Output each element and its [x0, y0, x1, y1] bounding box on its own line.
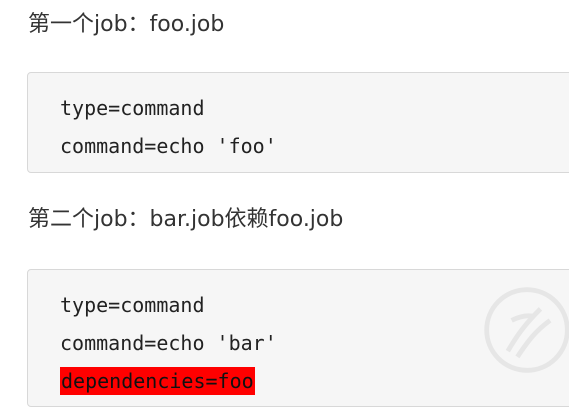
highlighted-code-line: dependencies=foo: [60, 367, 255, 395]
code-block-foo-job: type=command command=echo 'foo': [27, 72, 569, 173]
watermark-logo-icon: [484, 287, 569, 373]
paragraph-job-1: 第一个job：foo.job: [28, 12, 225, 37]
code-line: type=command: [60, 96, 205, 120]
paragraph-job-2: 第二个job：bar.job依赖foo.job: [28, 207, 344, 232]
code-line: command=echo 'foo': [60, 134, 277, 158]
